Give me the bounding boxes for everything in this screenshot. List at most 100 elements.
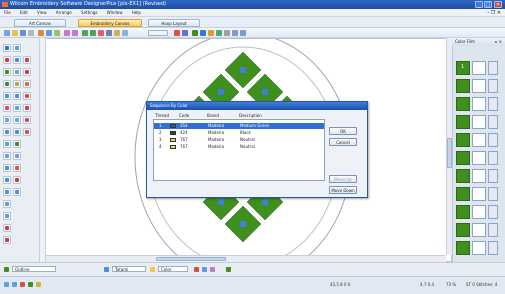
travel-tool-icon[interactable] xyxy=(13,188,21,196)
film-row[interactable] xyxy=(456,222,500,239)
prop-tool3-icon[interactable] xyxy=(210,267,215,272)
film-color-swatch[interactable] xyxy=(456,97,470,111)
menu-edit[interactable]: Edit xyxy=(16,9,32,17)
menu-help[interactable]: Help xyxy=(128,9,145,17)
film-row[interactable] xyxy=(456,204,500,221)
move-down-button[interactable]: Move Down xyxy=(329,186,357,194)
align-tool-icon[interactable] xyxy=(3,152,11,160)
fill-tool-icon[interactable] xyxy=(13,56,21,64)
menu-file[interactable]: File xyxy=(0,9,15,17)
grid-icon[interactable] xyxy=(106,30,112,36)
column-tool-icon[interactable] xyxy=(23,56,31,64)
cut-icon[interactable] xyxy=(38,30,44,36)
color-red-icon[interactable] xyxy=(174,30,180,36)
film-color-swatch[interactable] xyxy=(456,79,470,93)
mdi-controls[interactable]: - ❐ ✕ xyxy=(487,9,501,17)
film-color-swatch[interactable] xyxy=(456,187,470,201)
motif-tool-icon[interactable] xyxy=(3,92,11,100)
panel-pin-icon[interactable]: ▸ ✕ xyxy=(495,38,502,46)
undo-icon[interactable] xyxy=(64,30,70,36)
minimize-button[interactable]: _ xyxy=(475,1,483,8)
grid-tool-icon[interactable] xyxy=(3,212,11,220)
maximize-button[interactable]: □ xyxy=(484,1,492,8)
monogram-tool-icon[interactable] xyxy=(13,80,21,88)
zoom-out-icon[interactable] xyxy=(90,30,96,36)
horizontal-scroll-thumb[interactable] xyxy=(156,257,226,261)
hoop-icon[interactable] xyxy=(122,30,128,36)
scale-tool-icon[interactable] xyxy=(3,176,11,184)
stitch-icon[interactable] xyxy=(98,30,104,36)
redo-icon[interactable] xyxy=(72,30,78,36)
film-row[interactable] xyxy=(456,114,500,131)
film-row[interactable] xyxy=(456,96,500,113)
color-blue-icon[interactable] xyxy=(182,30,188,36)
film-row[interactable] xyxy=(456,78,500,95)
mirror-tool-icon[interactable] xyxy=(23,92,31,100)
flip-tool-icon[interactable] xyxy=(13,176,21,184)
thread-row[interactable]: 4 767 Madeira Neutral xyxy=(154,144,324,150)
close-button[interactable]: ✕ xyxy=(494,1,502,8)
color-gray-icon[interactable] xyxy=(224,30,230,36)
measure-tool-icon[interactable] xyxy=(3,200,11,208)
film-row[interactable] xyxy=(456,240,500,257)
knife-tool-icon[interactable] xyxy=(3,116,11,124)
stop-tool-icon[interactable] xyxy=(23,128,31,136)
stitch-player-icon[interactable] xyxy=(3,188,11,196)
zoom-in-icon[interactable] xyxy=(82,30,88,36)
satin-tool-icon[interactable] xyxy=(3,68,11,76)
film-color-swatch[interactable]: 1 xyxy=(456,61,470,75)
tab-art-canvas[interactable]: Art Canvas xyxy=(14,19,66,27)
move-up-button[interactable]: Move Up xyxy=(329,175,357,183)
ruler-tool-icon[interactable] xyxy=(3,236,11,244)
distribute-tool-icon[interactable] xyxy=(13,152,21,160)
thread-row[interactable]: 2 424 Madeira Black xyxy=(154,130,324,136)
trim-tool-icon[interactable] xyxy=(3,128,11,136)
print-icon[interactable] xyxy=(28,30,34,36)
prop-tool2-icon[interactable] xyxy=(202,267,207,272)
fill-type-field[interactable]: Tatami xyxy=(112,266,146,272)
film-row[interactable] xyxy=(456,150,500,167)
film-row[interactable] xyxy=(456,186,500,203)
run-tool-icon[interactable] xyxy=(13,68,21,76)
menu-window[interactable]: Window xyxy=(103,9,127,17)
color-azure-icon[interactable] xyxy=(200,30,206,36)
tatami-tool-icon[interactable] xyxy=(23,68,31,76)
lettering-tool-icon[interactable] xyxy=(3,80,11,88)
rectangle-tool-icon[interactable] xyxy=(13,104,21,112)
ok-button[interactable]: OK xyxy=(329,127,357,135)
view2-icon[interactable] xyxy=(240,30,246,36)
prop-tool-icon[interactable] xyxy=(194,267,199,272)
film-color-swatch[interactable] xyxy=(456,223,470,237)
outline-field[interactable]: Outline xyxy=(12,266,56,272)
measure-icon[interactable] xyxy=(114,30,120,36)
film-row[interactable] xyxy=(456,168,500,185)
film-color-swatch[interactable] xyxy=(456,241,470,255)
thread-row[interactable]: 3 767 Madeira Neutral xyxy=(154,137,324,143)
menu-settings[interactable]: Settings xyxy=(77,9,101,17)
status-tool3-icon[interactable] xyxy=(20,282,25,287)
open-icon[interactable] xyxy=(12,30,18,36)
menu-view[interactable]: View xyxy=(33,9,51,17)
film-color-swatch[interactable] xyxy=(456,169,470,183)
status-tool5-icon[interactable] xyxy=(36,282,41,287)
star-tool-icon[interactable] xyxy=(23,104,31,112)
hoop-tool-icon[interactable] xyxy=(3,224,11,232)
copy-icon[interactable] xyxy=(46,30,52,36)
cancel-button[interactable]: Cancel xyxy=(329,138,357,146)
save-icon[interactable] xyxy=(20,30,26,36)
film-color-swatch[interactable] xyxy=(456,115,470,129)
menu-arrange[interactable]: Arrange xyxy=(52,9,76,17)
hole-tool-icon[interactable] xyxy=(13,116,21,124)
tab-embroidery-canvas[interactable]: Embroidery Canvas xyxy=(78,19,142,27)
film-row[interactable] xyxy=(456,132,500,149)
outline-tool-icon[interactable] xyxy=(3,56,11,64)
color-green-icon[interactable] xyxy=(192,30,198,36)
color-orange-icon[interactable] xyxy=(208,30,214,36)
view-icon[interactable] xyxy=(232,30,238,36)
film-color-swatch[interactable] xyxy=(456,133,470,147)
color-teal-icon[interactable] xyxy=(216,30,222,36)
film-color-swatch[interactable] xyxy=(456,151,470,165)
select-tool-icon[interactable] xyxy=(3,44,11,52)
film-color-swatch[interactable] xyxy=(456,205,470,219)
tab-hoop-layout[interactable]: Hoop Layout xyxy=(148,19,200,27)
